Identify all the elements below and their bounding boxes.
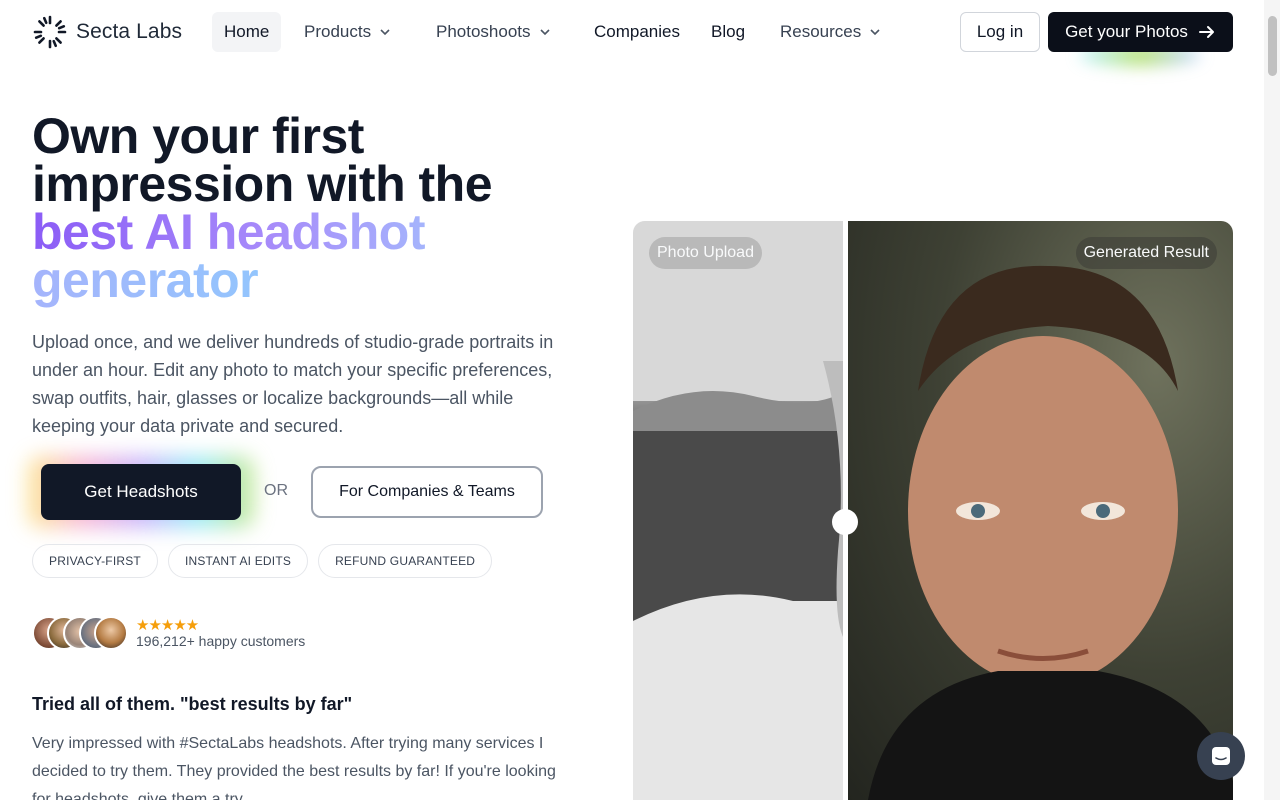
logo-text: Secta Labs xyxy=(76,20,183,43)
avatar xyxy=(94,616,128,650)
nav-item-label: Companies xyxy=(594,22,680,41)
logo[interactable]: Secta Labs xyxy=(32,14,182,50)
page-scrollbar[interactable] xyxy=(1264,0,1280,800)
testimonial-title: Tried all of them. "best results by far" xyxy=(32,694,353,714)
before-after-compare[interactable]: Photo Upload Generated Result xyxy=(633,221,1233,800)
scrollbar-thumb[interactable] xyxy=(1268,16,1277,76)
customer-avatars xyxy=(32,616,132,652)
generated-result-label: Generated Result xyxy=(1075,237,1217,269)
testimonial-body: Very impressed with #SectaLabs headshots… xyxy=(32,735,556,800)
tag-privacy-first: PRIVACY-FIRST xyxy=(32,544,158,578)
nav-item-companies[interactable]: Companies xyxy=(582,12,692,52)
nav-item-resources[interactable]: Resources xyxy=(768,12,893,52)
chevron-down-icon xyxy=(380,29,390,36)
tag-instant-ai-edits: INSTANT AI EDITS xyxy=(167,544,309,578)
hero-title-highlight2: generator xyxy=(32,252,259,308)
generated-result-image xyxy=(848,221,1233,800)
hero-title: Own your first impression with the best … xyxy=(32,108,592,305)
feature-tags: PRIVACY-FIRST INSTANT AI EDITS REFUND GU… xyxy=(32,544,493,578)
nav-item-label: Blog xyxy=(711,22,746,41)
customers-count: 196,212+ happy customers xyxy=(136,633,306,649)
login-button[interactable]: Log in xyxy=(960,12,1040,52)
get-headshots-button[interactable]: Get Headshots xyxy=(41,464,241,520)
nav-item-label: Resources xyxy=(780,22,862,41)
logo-icon xyxy=(33,15,67,49)
hero-title-line1: Own your first xyxy=(32,108,364,164)
get-photos-label: Get your Photos xyxy=(1065,22,1188,41)
chevron-down-icon xyxy=(870,29,880,36)
nav-item-label: Products xyxy=(304,22,372,41)
hero-title-line2: impression with the xyxy=(32,156,493,212)
nav-item-blog[interactable]: Blog xyxy=(699,12,757,52)
nav-item-home[interactable]: Home xyxy=(212,12,282,52)
rating-stars: ★★★★★ xyxy=(136,617,199,634)
top-nav: Secta Labs Home Products Photoshoots Com… xyxy=(0,0,1264,66)
compare-slider-handle[interactable] xyxy=(832,509,858,535)
get-photos-button[interactable]: Get your Photos xyxy=(1048,12,1233,52)
or-separator: OR xyxy=(264,482,288,499)
arrow-right-icon xyxy=(1198,26,1214,38)
chat-icon xyxy=(1212,747,1230,765)
photo-upload-label: Photo Upload xyxy=(649,237,762,269)
tag-refund-guaranteed: REFUND GUARANTEED xyxy=(318,544,493,578)
chevron-down-icon xyxy=(539,29,550,36)
nav-item-label: Photoshoots xyxy=(436,22,531,41)
nav-item-photoshoots[interactable]: Photoshoots xyxy=(424,12,563,52)
generated-portrait-illustration xyxy=(868,265,1233,800)
hero-subtitle: Upload once, and we deliver hundreds of … xyxy=(32,332,554,436)
chat-launcher-button[interactable] xyxy=(1197,732,1245,780)
nav-item-label: Home xyxy=(224,22,270,41)
photo-upload-image xyxy=(633,221,845,800)
nav-item-products[interactable]: Products xyxy=(292,12,403,52)
upload-photo-illustration xyxy=(633,221,845,800)
companies-teams-button[interactable]: For Companies & Teams xyxy=(311,466,543,518)
